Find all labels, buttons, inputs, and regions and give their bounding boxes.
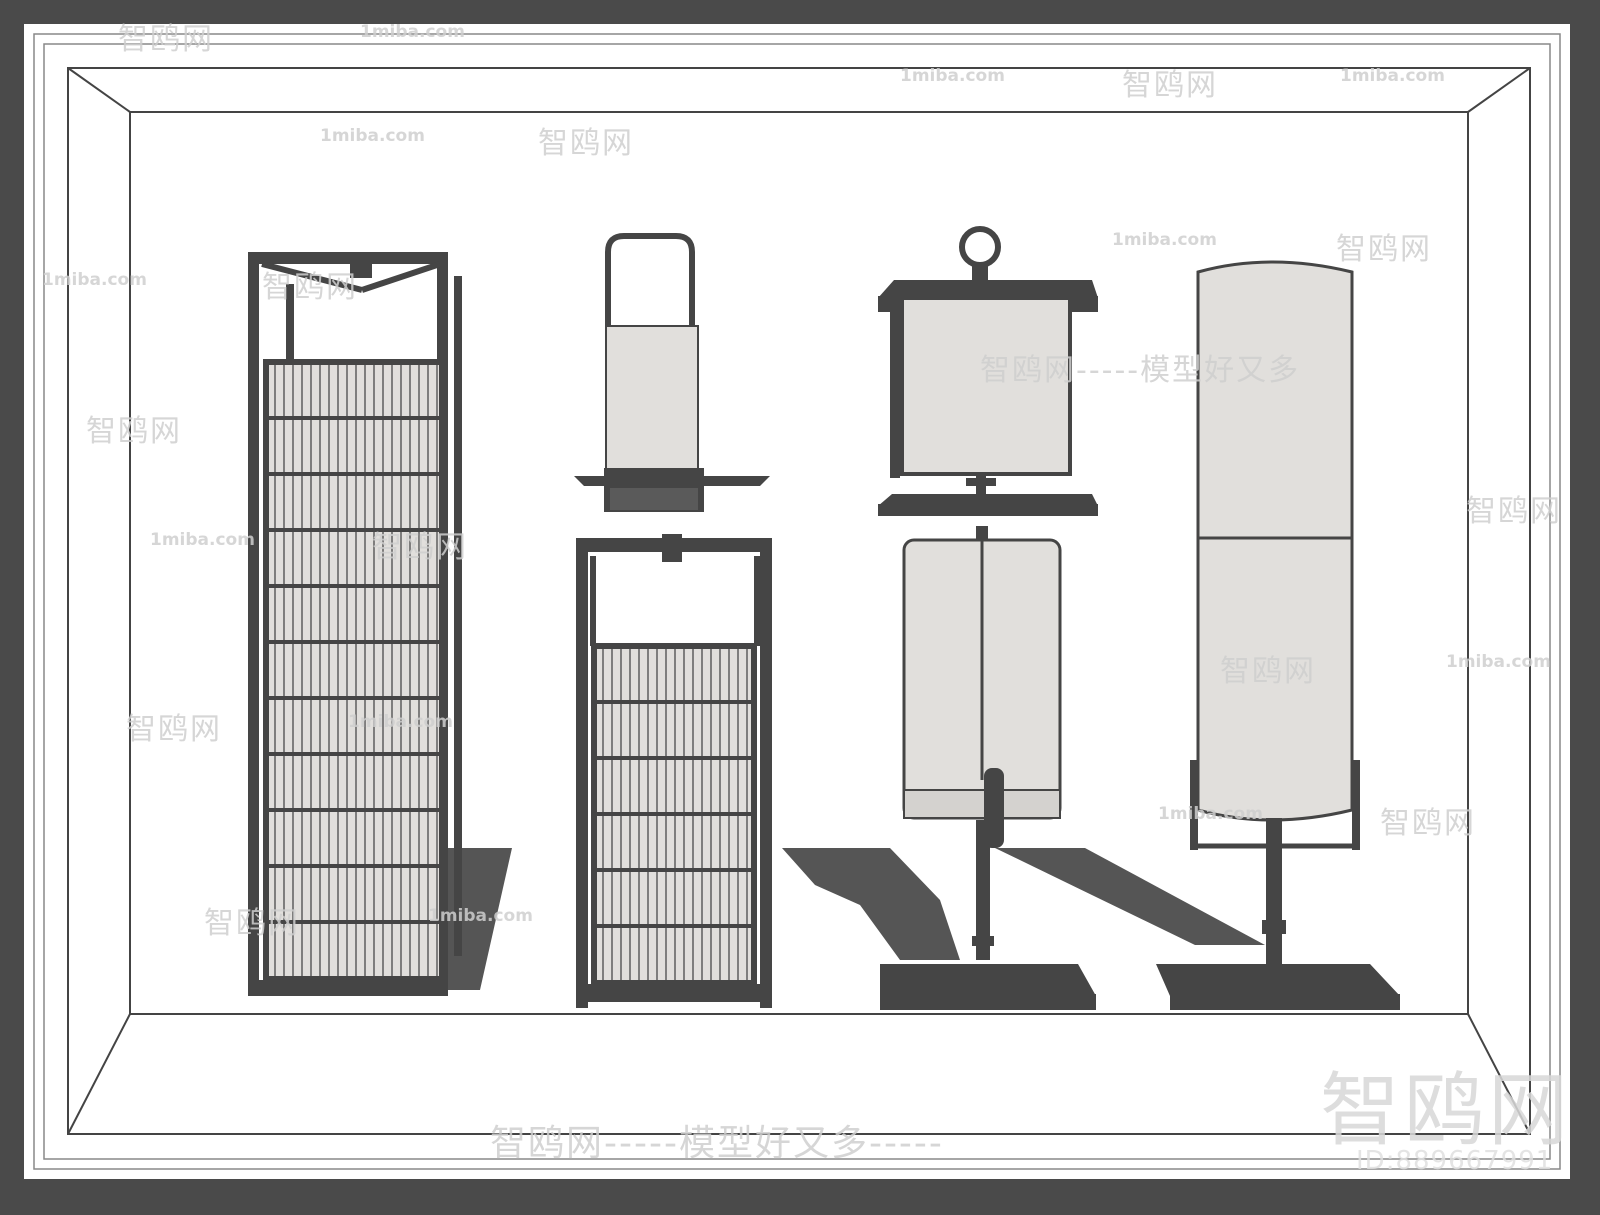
watermark-brand: 智鸥网 xyxy=(372,530,468,565)
watermark-brand: 智鸥网 xyxy=(1336,232,1432,267)
watermark-brand: 智鸥网 xyxy=(1220,654,1316,689)
watermark-url: 1miba.com xyxy=(900,66,1005,86)
watermark-brand: 智鸥网 xyxy=(262,270,358,305)
watermark-brand: 智鸥网 xyxy=(118,22,214,57)
watermark-url: 1miba.com xyxy=(348,712,453,732)
picture-frame xyxy=(0,0,1600,1211)
watermark-brand: 智鸥网 xyxy=(1466,494,1562,529)
watermark-bottom-slogan: 智鸥网-----模型好又多----- xyxy=(490,1123,944,1164)
lamp-grid-lantern xyxy=(248,252,462,996)
watermark-url: 1miba.com xyxy=(428,906,533,926)
watermark-brand: 智鸥网 xyxy=(126,712,222,747)
watermark-brand: 智鸥网 xyxy=(86,414,182,449)
watermark-url: 1miba.com xyxy=(42,270,147,290)
watermark-brand: 智鸥网 xyxy=(538,126,634,161)
watermark-brand: 智鸥网 xyxy=(204,906,300,941)
render-viewport: 智鸥网 1miba.com 1miba.com 智鸥网 1miba.com 智鸥… xyxy=(0,0,1600,1211)
watermark-brand: 智鸥网 xyxy=(1122,68,1218,103)
watermark-url: 1miba.com xyxy=(360,22,465,42)
watermark-url: 1miba.com xyxy=(1340,66,1445,86)
watermark-url: 1miba.com xyxy=(1158,804,1263,824)
watermark-slogan: 智鸥网-----模型好又多 xyxy=(980,353,1301,388)
watermark-brand: 智鸥网 xyxy=(1380,806,1476,841)
watermark-big-brand: 智鸥网 xyxy=(1320,1064,1572,1157)
watermark-id: ID:889667991 xyxy=(1356,1146,1554,1176)
watermark-url: 1miba.com xyxy=(320,126,425,146)
watermark-url: 1miba.com xyxy=(1112,230,1217,250)
watermark-url: 1miba.com xyxy=(1446,652,1551,672)
scene-canvas xyxy=(0,0,1600,1211)
watermark-url: 1miba.com xyxy=(150,530,255,550)
